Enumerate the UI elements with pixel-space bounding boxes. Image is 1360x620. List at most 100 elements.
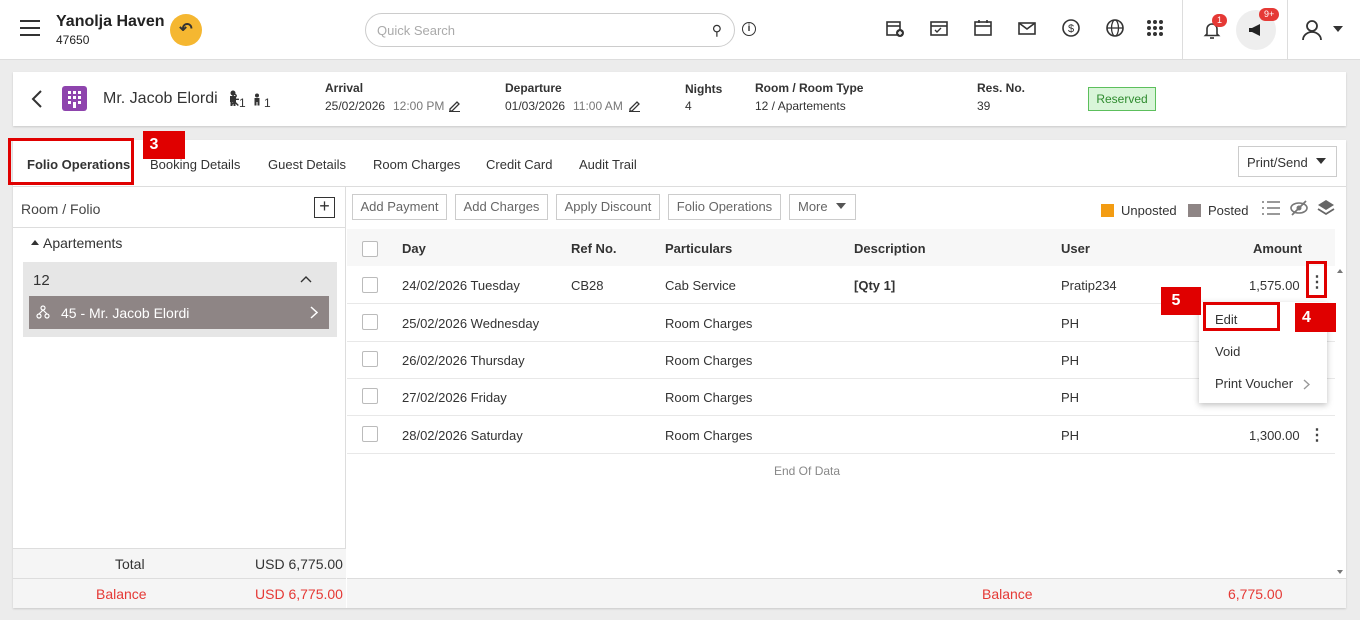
annotation-box-5 — [1203, 302, 1280, 331]
user-icon[interactable] — [1300, 18, 1324, 41]
row-ref: CB28 — [571, 278, 604, 293]
divider — [13, 227, 346, 228]
row-checkbox[interactable] — [362, 314, 378, 330]
menu-icon[interactable] — [20, 20, 40, 36]
row-amount: 1,300.00 — [1249, 428, 1300, 443]
row-particulars: Room Charges — [665, 353, 753, 368]
search-icon[interactable]: ⚲ — [712, 22, 722, 39]
info-icon[interactable]: i — [742, 22, 756, 36]
chevron-down-icon[interactable] — [1316, 158, 1326, 164]
footer-balance-label: Balance — [982, 586, 1033, 602]
scroll-down-icon[interactable] — [1337, 570, 1343, 574]
adult-count: 1 — [239, 96, 246, 110]
search-input[interactable]: Quick Search ⚲ — [365, 13, 735, 47]
row-day: 25/02/2026 Wednesday — [402, 316, 540, 331]
notification-badge: 1 — [1212, 14, 1228, 27]
row-actions-icon[interactable]: ⋮ — [1309, 425, 1325, 445]
add-folio-icon[interactable]: + — [314, 197, 335, 218]
top-bar: Yanolja Haven 47650 ↶ Quick Search ⚲ i $… — [0, 0, 1360, 60]
hotel-id: 47650 — [56, 33, 90, 47]
more-label: More — [798, 199, 828, 214]
right-footer — [347, 578, 1346, 608]
chevron-down-icon[interactable] — [836, 203, 846, 209]
caret-up-icon[interactable] — [31, 240, 39, 245]
row-checkbox[interactable] — [362, 351, 378, 367]
balance-value: USD 6,775.00 — [255, 586, 343, 602]
mail-icon[interactable] — [1016, 18, 1038, 40]
tab-credit-card[interactable]: Credit Card — [486, 157, 552, 172]
chevron-right-icon[interactable] — [1303, 378, 1311, 393]
calendar-check-icon[interactable] — [928, 18, 950, 40]
scroll-up-icon[interactable] — [1337, 269, 1343, 273]
tab-folio-operations[interactable]: Folio Operations — [27, 157, 130, 172]
col-description: Description — [854, 241, 926, 256]
apply-discount-button[interactable]: Apply Discount — [556, 194, 660, 220]
add-charges-button[interactable]: Add Charges — [455, 194, 548, 220]
col-day: Day — [402, 241, 426, 256]
col-amount: Amount — [1253, 241, 1303, 256]
room-value: 12 / Apartements — [755, 99, 846, 113]
row-user: PH — [1061, 390, 1080, 405]
apps-grid-icon[interactable] — [1144, 18, 1166, 40]
room-label: Room / Room Type — [755, 81, 864, 95]
unposted-swatch — [1101, 204, 1114, 217]
posted-swatch — [1188, 204, 1201, 217]
row-day: 28/02/2026 Saturday — [402, 428, 523, 443]
layers-icon[interactable] — [1316, 198, 1336, 221]
nights-value: 4 — [685, 99, 692, 113]
select-all-checkbox[interactable] — [362, 241, 378, 257]
list-view-icon[interactable] — [1261, 200, 1281, 219]
annotation-tag-3: 3 — [143, 131, 185, 159]
tab-room-charges[interactable]: Room Charges — [373, 157, 460, 172]
switch-property-icon[interactable]: ↶ — [170, 14, 202, 46]
child-count: 1 — [264, 96, 271, 110]
row-particulars: Room Charges — [665, 428, 753, 443]
row-actions-icon[interactable]: ⋮ — [1309, 272, 1325, 292]
col-particulars: Particulars — [665, 241, 733, 256]
calendar-add-icon[interactable] — [884, 18, 906, 40]
resno-value: 39 — [977, 99, 991, 113]
divider — [13, 578, 346, 579]
row-checkbox[interactable] — [362, 426, 378, 442]
row-particulars: Cab Service — [665, 278, 736, 293]
folio-tree-icon — [36, 305, 50, 322]
status-badge: Reserved — [1088, 87, 1156, 111]
tab-audit-trail[interactable]: Audit Trail — [579, 157, 637, 172]
unposted-label: Unposted — [1121, 203, 1177, 218]
menu-void[interactable]: Void — [1215, 344, 1240, 359]
globe-icon[interactable] — [1104, 18, 1126, 40]
arrival-label: Arrival — [325, 81, 364, 95]
hide-icon[interactable] — [1289, 199, 1309, 220]
room-folio-header: Room / Folio — [21, 201, 101, 217]
folio-label: 45 - Mr. Jacob Elordi — [61, 305, 190, 321]
room-type-group[interactable]: Apartements — [43, 235, 122, 251]
arrival-date: 25/02/2026 — [325, 99, 386, 113]
edit-arrival-icon[interactable] — [448, 99, 461, 115]
building-icon — [62, 86, 87, 111]
chevron-down-icon[interactable] — [1333, 26, 1343, 32]
announcement-badge: 9+ — [1259, 8, 1280, 21]
departure-label: Departure — [505, 81, 562, 95]
tab-booking-details[interactable]: Booking Details — [150, 157, 240, 172]
hotel-name: Yanolja Haven — [56, 13, 165, 30]
nights-label: Nights — [685, 82, 723, 96]
folio-operations-button[interactable]: Folio Operations — [668, 194, 781, 220]
chevron-right-icon[interactable] — [310, 306, 319, 322]
row-checkbox[interactable] — [362, 388, 378, 404]
row-checkbox[interactable] — [362, 277, 378, 293]
adult-icon-shape — [228, 90, 238, 109]
footer-balance-value: 6,775.00 — [1228, 586, 1283, 602]
calendar-icon[interactable] — [972, 18, 994, 40]
tab-guest-details[interactable]: Guest Details — [268, 157, 346, 172]
add-payment-button[interactable]: Add Payment — [352, 194, 447, 220]
chevron-up-icon[interactable] — [300, 272, 312, 287]
menu-print-voucher[interactable]: Print Voucher — [1215, 376, 1293, 391]
back-arrow-icon[interactable] — [30, 89, 44, 115]
total-value: USD 6,775.00 — [255, 556, 343, 572]
departure-date: 01/03/2026 — [505, 99, 566, 113]
annotation-tag-4: 4 — [1295, 303, 1336, 332]
row-day: 24/02/2026 Tuesday — [402, 278, 520, 293]
edit-departure-icon[interactable] — [628, 99, 641, 115]
dollar-icon[interactable]: $ — [1060, 18, 1082, 40]
row-day: 27/02/2026 Friday — [402, 390, 507, 405]
